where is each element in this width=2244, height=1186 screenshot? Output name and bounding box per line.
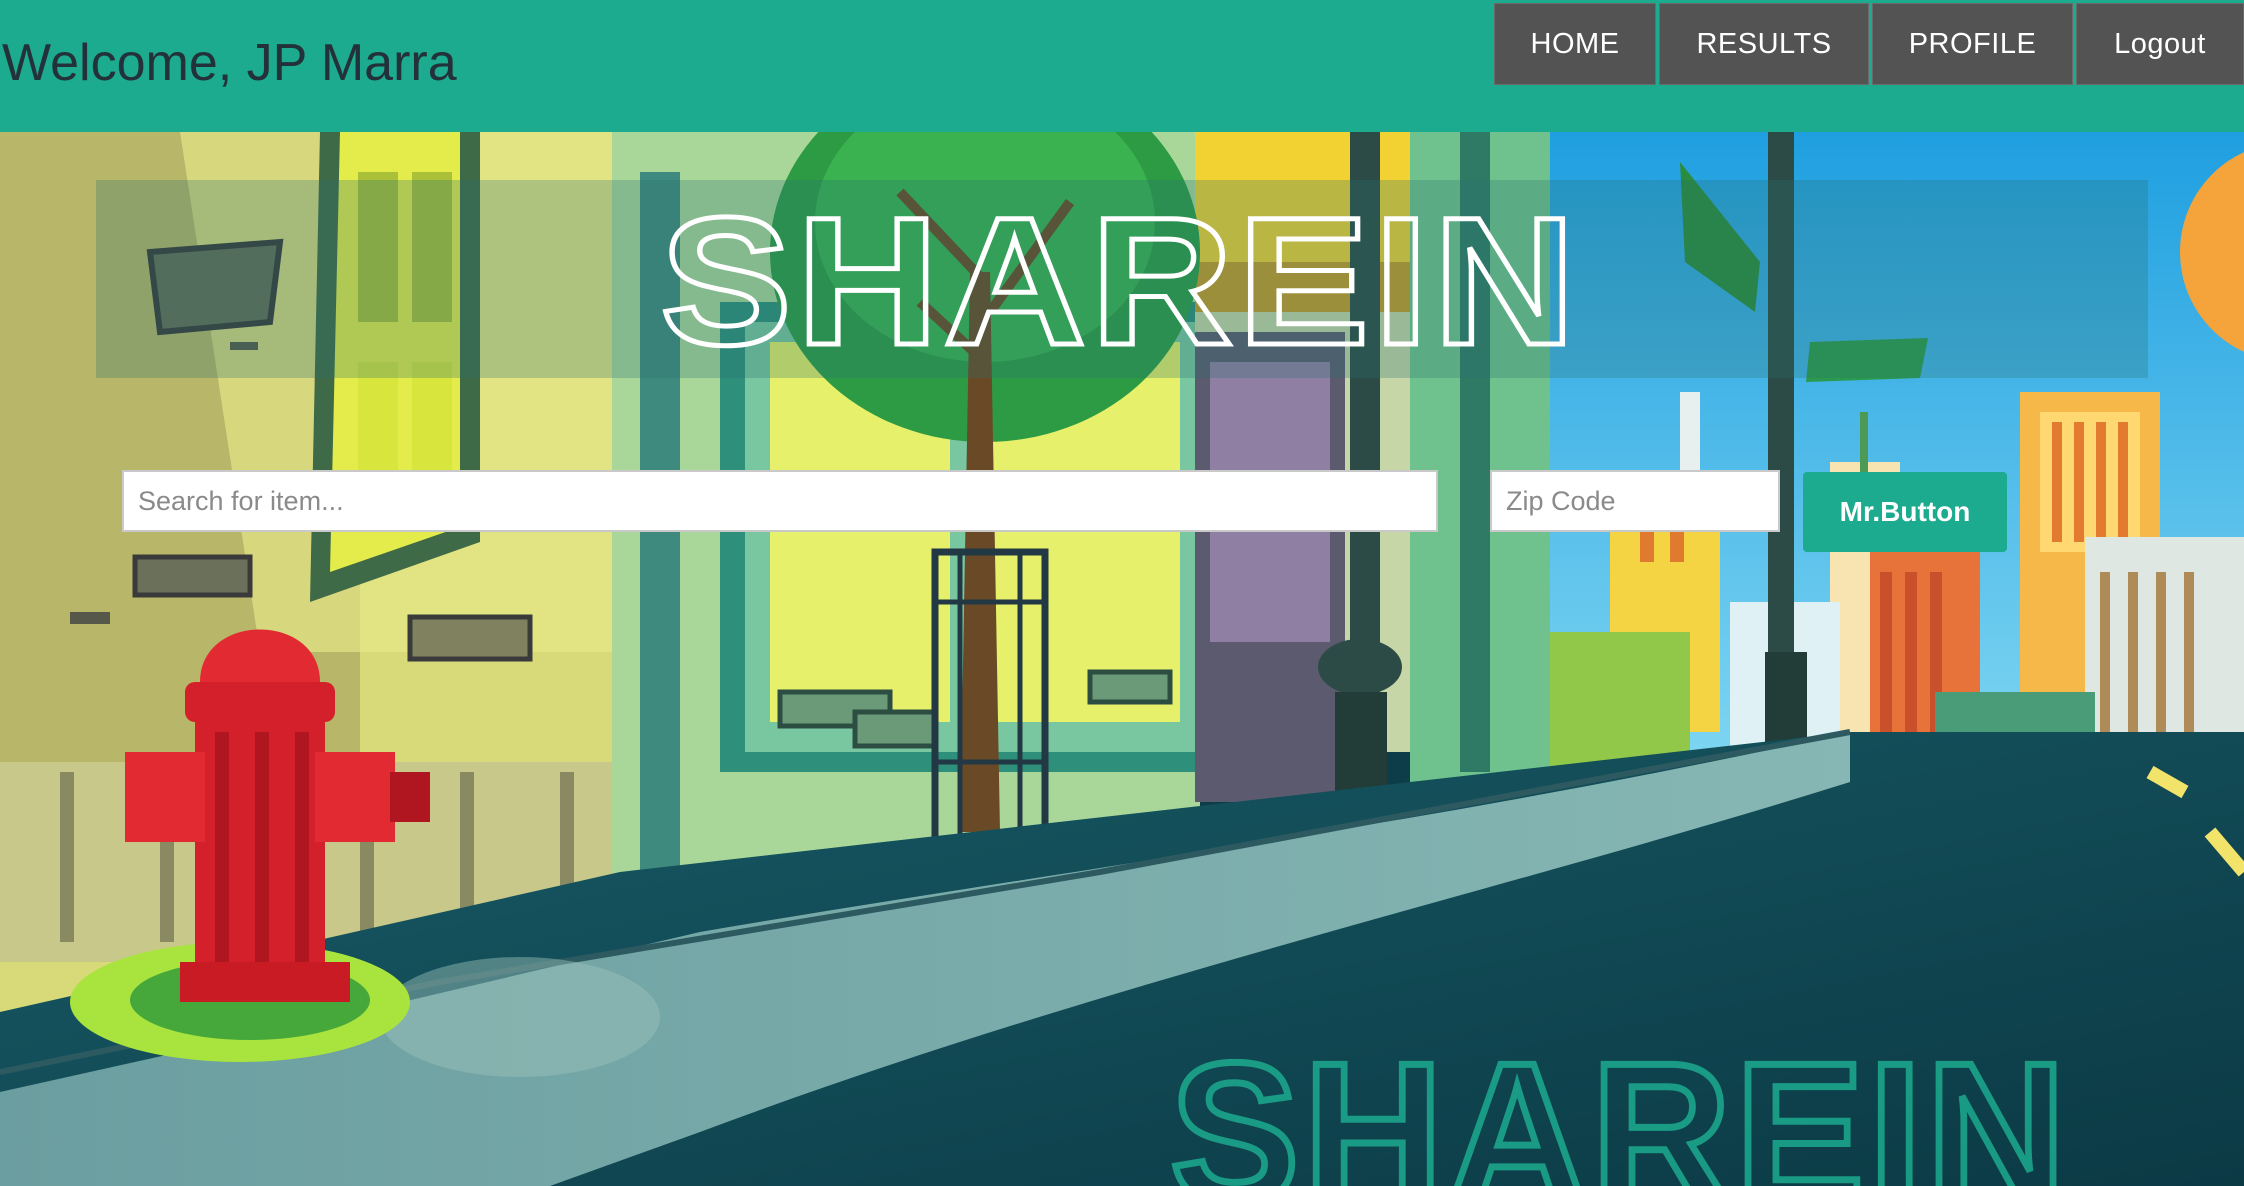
top-bar: Welcome, JP Marra HOME RESULTS PROFILE L… [0,0,2244,132]
hero-section: SHAREIN Mr.Button SHAREIN [0,132,2244,1186]
welcome-message: Welcome, JP Marra [2,34,457,92]
sharein-watermark: SHAREIN [1167,1019,2070,1186]
zip-code-input[interactable] [1490,470,1780,532]
main-nav: HOME RESULTS PROFILE Logout [1491,3,2244,85]
sharein-logo: SHAREIN [658,177,1579,386]
nav-profile-button[interactable]: PROFILE [1872,3,2073,85]
nav-results-button[interactable]: RESULTS [1659,3,1869,85]
watermark-text: SHAREIN [1170,1022,2070,1186]
nav-home-button[interactable]: HOME [1494,3,1656,85]
logo-text: SHAREIN [660,179,1580,383]
app-page: Welcome, JP Marra HOME RESULTS PROFILE L… [0,0,2244,1186]
search-input[interactable] [122,470,1438,532]
search-button[interactable]: Mr.Button [1803,472,2007,552]
logout-button[interactable]: Logout [2076,3,2244,85]
